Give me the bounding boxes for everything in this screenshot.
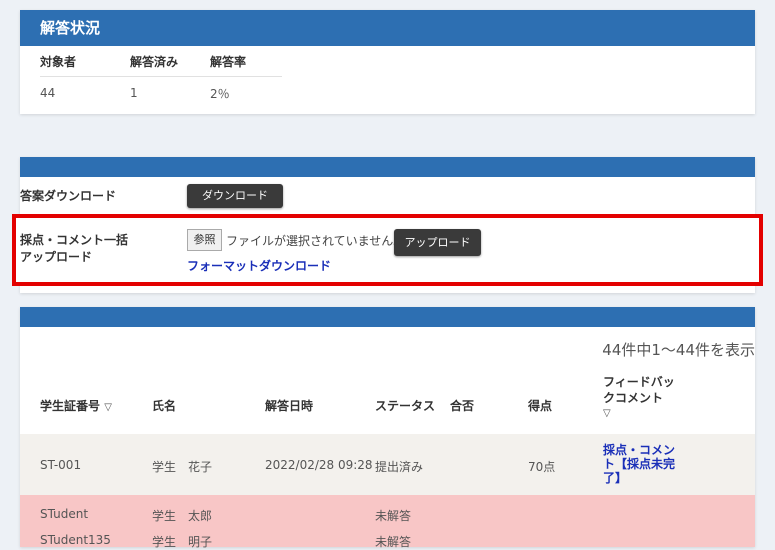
col-student-id[interactable]: 学生証番号 ▽ — [40, 397, 112, 414]
bulk-upload-label-line1: 採点・コメント一括 — [20, 233, 129, 247]
no-file-text: ファイルが選択されていません。 — [226, 234, 406, 248]
row3-student-id: STudent135 — [40, 533, 111, 547]
row1-feedback-line2: ト【採点未完 — [603, 457, 676, 471]
col-feedback-line2: クコメント — [603, 391, 664, 405]
header-target: 対象者 — [40, 54, 77, 69]
col-feedback-line1: フィードバッ — [603, 375, 675, 389]
value-answered: 1 — [130, 76, 210, 109]
row1-student-id: ST-001 — [40, 458, 82, 472]
answer-status-panel: 解答状況 対象者 解答済み 解答率 44 1 2％ — [20, 10, 755, 114]
col-answered-at: 解答日時 — [265, 399, 314, 413]
upload-button[interactable]: アップロード — [394, 229, 481, 256]
row1-feedback-line1: 採点・コメン — [603, 443, 676, 457]
row1-feedback-link[interactable]: 採点・コメン ト【採点未完 了】 — [603, 443, 675, 485]
answer-status-title: 解答状況 — [20, 10, 755, 46]
download-button[interactable]: ダウンロード — [187, 184, 283, 208]
value-target: 44 — [40, 76, 130, 109]
row1-answered-at: 2022/02/28 09:28 — [265, 458, 373, 472]
result-count: 44件中1～44件を表示 — [602, 341, 755, 359]
sort-triangle-icon[interactable]: ▽ — [104, 402, 112, 413]
value-rate: 2％ — [210, 76, 282, 109]
row2-name: 学生 太郎 — [152, 509, 213, 523]
row2-student-id: STudent — [40, 507, 89, 521]
bulk-upload-label-line2: アップロード — [20, 250, 93, 264]
format-download-link[interactable]: フォーマットダウンロード — [187, 257, 331, 274]
row2-status: 未解答 — [375, 509, 412, 523]
header-rate: 解答率 — [210, 54, 247, 69]
browse-button[interactable]: 参照 — [187, 229, 222, 251]
row1-feedback-line3: 了】 — [603, 471, 628, 485]
col-feedback[interactable]: フィードバッ クコメント ▽ — [603, 374, 675, 422]
answer-status-table: 対象者 解答済み 解答率 44 1 2％ — [40, 46, 282, 109]
answer-download-label: 答案ダウンロード — [20, 189, 117, 203]
bulk-upload-label: 採点・コメント一括 アップロード — [20, 232, 128, 266]
student-list-header — [20, 307, 755, 327]
header-answered: 解答済み — [130, 54, 179, 69]
col-score: 得点 — [528, 399, 553, 413]
col-pass: 合否 — [450, 399, 475, 413]
row1-status: 提出済み — [375, 460, 424, 474]
download-panel-header — [20, 157, 755, 177]
row1-score: 70点 — [528, 460, 556, 474]
col-name: 氏名 — [152, 399, 177, 413]
col-student-id-label: 学生証番号 — [40, 399, 101, 413]
col-status: ステータス — [375, 399, 436, 413]
row1-name: 学生 花子 — [152, 460, 213, 474]
row3-name: 学生 明子 — [152, 535, 213, 549]
sort-triangle-icon[interactable]: ▽ — [603, 406, 675, 422]
row3-status: 未解答 — [375, 535, 412, 549]
